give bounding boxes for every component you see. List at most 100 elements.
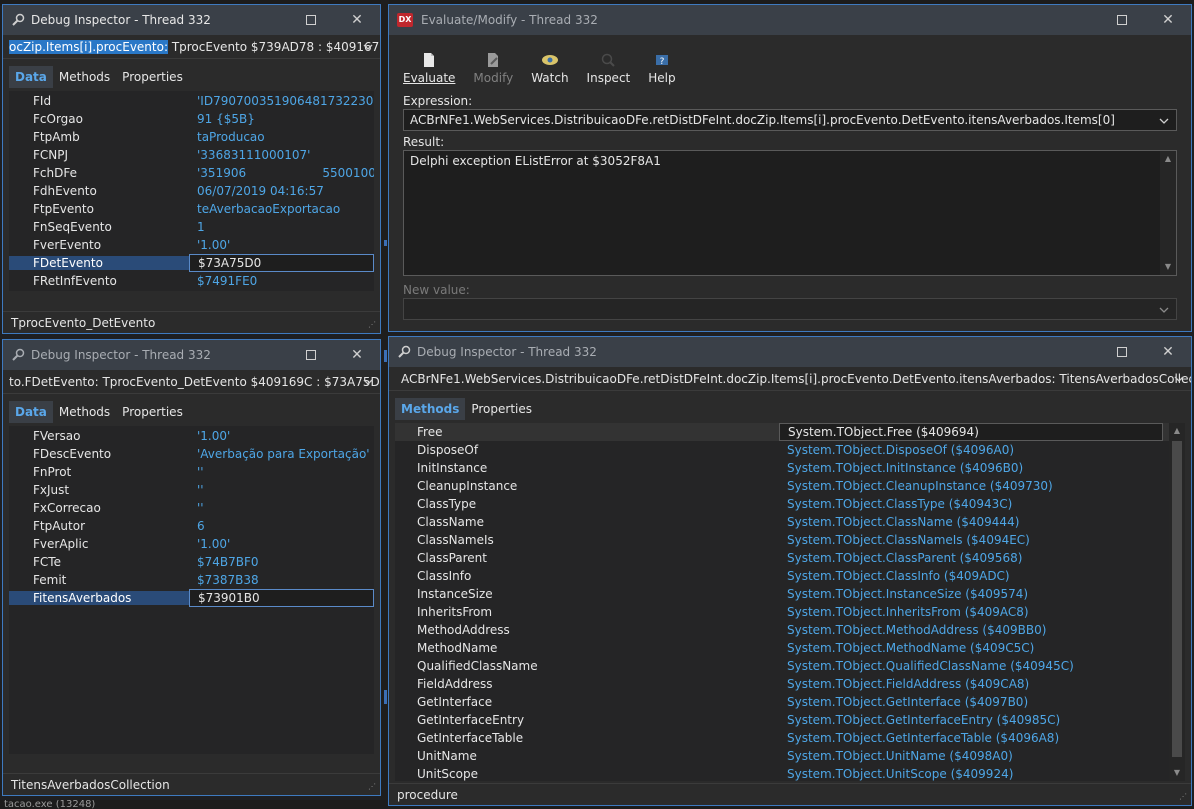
grid-row[interactable]: FtpAutor 6 xyxy=(9,517,374,535)
grid-row[interactable]: FxJust '' xyxy=(9,481,374,499)
titlebar[interactable]: Debug Inspector - Thread 332 ✕ xyxy=(389,337,1191,367)
new-value-combo[interactable] xyxy=(403,298,1177,320)
field-value-editor[interactable]: $73A75D0 xyxy=(189,254,374,272)
scroll-up-icon[interactable]: ▲ xyxy=(1172,426,1182,436)
grid-row[interactable]: MethodName System.TObject.MethodName ($40… xyxy=(395,639,1185,657)
method-value-editor[interactable]: System.TObject.Free ($409694) xyxy=(779,423,1163,441)
grid-row[interactable]: FRetInfEvento $7491FE0 xyxy=(9,272,374,290)
field-value: '1.00' xyxy=(197,429,231,443)
resize-grip-icon[interactable]: ⋰ xyxy=(1179,793,1187,801)
titlebar[interactable]: Debug Inspector - Thread 332 ✕ xyxy=(3,340,380,370)
grid-row[interactable]: GetInterfaceTable System.TObject.GetInter… xyxy=(395,729,1185,747)
grid-row[interactable]: FtpEvento teAverbacaoExportacao xyxy=(9,200,374,218)
field-name: FdhEvento xyxy=(33,184,97,198)
result-textarea[interactable]: Delphi exception EListError at $3052F8A1… xyxy=(403,150,1177,276)
tab-properties[interactable]: Properties xyxy=(116,401,189,423)
evaluate-button[interactable]: Evaluate xyxy=(403,51,455,85)
inspect-button[interactable]: Inspect xyxy=(587,51,630,85)
grid-row[interactable]: FVersao '1.00' xyxy=(9,427,374,445)
tab-data[interactable]: Data xyxy=(9,66,53,88)
method-name: GetInterface xyxy=(417,695,493,709)
grid-row[interactable]: UnitName System.TObject.UnitName ($4098A0… xyxy=(395,747,1185,765)
tab-properties[interactable]: Properties xyxy=(116,66,189,88)
tab-methods[interactable]: Methods xyxy=(53,66,116,88)
help-button[interactable]: ? Help xyxy=(648,51,676,85)
grid-row[interactable]: CleanupInstance System.TObject.CleanupIns… xyxy=(395,477,1185,495)
grid-row[interactable]: FdhEvento 06/07/2019 04:16:57 xyxy=(9,182,374,200)
grid-row[interactable]: FnProt '' xyxy=(9,463,374,481)
chevron-down-icon[interactable] xyxy=(362,41,374,53)
grid-row[interactable]: ClassType System.TObject.ClassType ($4094… xyxy=(395,495,1185,513)
chevron-down-icon[interactable] xyxy=(362,376,374,388)
app-logo-icon: DX xyxy=(397,13,413,27)
grid-row-selected[interactable]: FDetEvento $73A75D0 xyxy=(9,254,374,272)
resize-grip-icon[interactable]: ⋰ xyxy=(368,321,376,329)
grid-row[interactable]: FieldAddress System.TObject.FieldAddress … xyxy=(395,675,1185,693)
grid-row[interactable]: DisposeOf System.TObject.DisposeOf ($4096… xyxy=(395,441,1185,459)
grid-row[interactable]: MethodAddress System.TObject.MethodAddres… xyxy=(395,621,1185,639)
chevron-down-icon[interactable] xyxy=(1158,304,1170,316)
tab-data[interactable]: Data xyxy=(9,401,53,423)
grid-row[interactable]: GetInterfaceEntry System.TObject.GetInter… xyxy=(395,711,1185,729)
scroll-up-icon[interactable]: ▲ xyxy=(1163,154,1173,164)
grid-row[interactable]: GetInterface System.TObject.GetInterface … xyxy=(395,693,1185,711)
grid-row[interactable]: FCTe $74B7BF0 xyxy=(9,553,374,571)
expression-combo[interactable]: ACBrNFe1.WebServices.DistribuicaoDFe.ret… xyxy=(403,109,1177,131)
maximize-button[interactable] xyxy=(288,5,334,35)
grid-row[interactable]: FtpAmb taProducao xyxy=(9,128,374,146)
grid-row[interactable]: QualifiedClassName System.TObject.Qualifi… xyxy=(395,657,1185,675)
close-button[interactable]: ✕ xyxy=(334,5,380,35)
grid-row-selected[interactable]: Free System.TObject.Free ($409694) xyxy=(395,423,1185,441)
close-button[interactable]: ✕ xyxy=(334,340,380,370)
grid-row[interactable]: ClassInfo System.TObject.ClassInfo ($409A… xyxy=(395,567,1185,585)
tab-strip: Methods Properties xyxy=(389,397,1191,421)
grid-row[interactable]: FverEvento '1.00' xyxy=(9,236,374,254)
tab-properties[interactable]: Properties xyxy=(465,398,538,420)
inspect-expression-combo[interactable]: to.FDetEvento: TprocEvento_DetEvento $40… xyxy=(3,370,380,394)
field-name: FverEvento xyxy=(33,238,102,252)
grid-row[interactable]: ClassName System.TObject.ClassName ($4094… xyxy=(395,513,1185,531)
grid-row[interactable]: FverAplic '1.00' xyxy=(9,535,374,553)
grid-row[interactable]: FxCorrecao '' xyxy=(9,499,374,517)
close-button[interactable]: ✕ xyxy=(1145,5,1191,35)
modify-button[interactable]: Modify xyxy=(473,51,513,85)
grid-row[interactable]: ClassNameIs System.TObject.ClassNameIs ($… xyxy=(395,531,1185,549)
chevron-down-icon[interactable] xyxy=(1173,373,1185,385)
maximize-button[interactable] xyxy=(1099,5,1145,35)
grid-row[interactable]: InstanceSize System.TObject.InstanceSize … xyxy=(395,585,1185,603)
grid-row[interactable]: FchDFe '351906 550010003 xyxy=(9,164,374,182)
grid-row[interactable]: FcOrgao 91 {$5B} xyxy=(9,110,374,128)
scroll-down-icon[interactable]: ▼ xyxy=(1163,262,1173,272)
methods-scrollbar[interactable]: ▲ ▼ xyxy=(1169,423,1185,781)
field-value-editor[interactable]: $73901B0 xyxy=(189,589,374,607)
tab-methods[interactable]: Methods xyxy=(53,401,116,423)
grid-row[interactable]: InheritsFrom System.TObject.InheritsFrom … xyxy=(395,603,1185,621)
grid-row[interactable]: ClassParent System.TObject.ClassParent ($… xyxy=(395,549,1185,567)
chevron-down-icon[interactable] xyxy=(1158,115,1170,127)
maximize-button[interactable] xyxy=(1099,337,1145,367)
watch-button[interactable]: Watch xyxy=(531,51,569,85)
tab-methods[interactable]: Methods xyxy=(395,398,466,420)
maximize-button[interactable] xyxy=(288,340,334,370)
grid-row[interactable]: FCNPJ '33683111000107' xyxy=(9,146,374,164)
result-scrollbar[interactable]: ▲ ▼ xyxy=(1160,151,1176,275)
grid-row[interactable]: FId 'ID790700351906481732230001875 xyxy=(9,92,374,110)
method-value: System.TObject.MethodAddress ($409BB0) xyxy=(787,623,1047,637)
field-name: FDetEvento xyxy=(9,256,189,270)
grid-row[interactable]: InitInstance System.TObject.InitInstance … xyxy=(395,459,1185,477)
scroll-down-icon[interactable]: ▼ xyxy=(1172,768,1182,778)
titlebar[interactable]: DX Evaluate/Modify - Thread 332 ✕ xyxy=(389,5,1191,35)
grid-row[interactable]: FDescEvento 'Averbação para Exportação' xyxy=(9,445,374,463)
titlebar[interactable]: Debug Inspector - Thread 332 ✕ xyxy=(3,5,380,35)
help-icon: ? xyxy=(653,51,671,69)
inspect-expression-combo[interactable]: ocZip.Items[i].procEvento: TprocEvento $… xyxy=(3,35,380,59)
resize-grip-icon[interactable]: ⋰ xyxy=(368,783,376,791)
inspect-expression-combo[interactable]: ACBrNFe1.WebServices.DistribuicaoDFe.ret… xyxy=(389,367,1191,391)
grid-row[interactable]: UnitScope System.TObject.UnitScope ($4099… xyxy=(395,765,1185,781)
grid-row-selected[interactable]: FitensAverbados $73901B0 xyxy=(9,589,374,607)
grid-row[interactable]: Femit $7387B38 xyxy=(9,571,374,589)
scroll-thumb[interactable] xyxy=(1172,441,1182,757)
close-button[interactable]: ✕ xyxy=(1145,337,1191,367)
field-name: FCTe xyxy=(33,555,61,569)
grid-row[interactable]: FnSeqEvento 1 xyxy=(9,218,374,236)
